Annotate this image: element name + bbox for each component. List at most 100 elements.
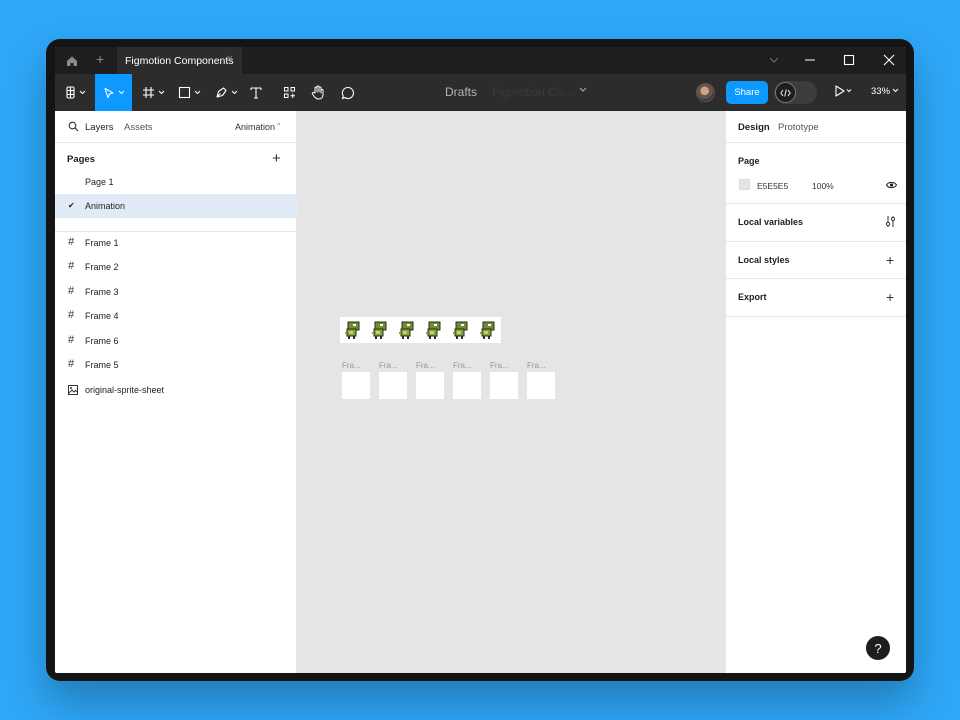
frame-box[interactable] <box>490 372 518 399</box>
frame-label[interactable]: Fra... <box>379 361 398 370</box>
new-tab-button[interactable]: + <box>96 52 104 66</box>
pen-tool-icon <box>215 87 227 98</box>
local-styles-section[interactable]: Local styles + <box>726 242 906 279</box>
page-section: Page <box>726 143 906 204</box>
local-variables-title: Local variables <box>738 217 804 227</box>
chevron-down-icon[interactable] <box>579 87 587 93</box>
figma-logo-icon <box>66 86 75 99</box>
layer-label: Frame 2 <box>85 262 119 272</box>
local-variables-section[interactable]: Local variables <box>726 204 906 242</box>
layer-frame-1[interactable]: # Frame 1 <box>55 231 297 255</box>
background-color-swatch[interactable] <box>739 179 750 190</box>
resources-button[interactable] <box>280 74 298 111</box>
file-name[interactable]: Figmotion Co... <box>492 85 573 99</box>
file-tab[interactable]: Figmotion Components × <box>117 47 242 74</box>
breadcrumb-drafts[interactable]: Drafts <box>445 85 477 99</box>
tab-assets[interactable]: Assets <box>124 122 153 133</box>
page-item-label: Animation <box>85 201 126 211</box>
dev-mode-toggle[interactable] <box>774 81 817 104</box>
chevron-down-icon[interactable] <box>892 88 899 93</box>
comment-button[interactable] <box>339 74 357 111</box>
main-menu-button[interactable] <box>61 74 91 111</box>
shape-tool-button[interactable] <box>175 74 203 111</box>
tab-design[interactable]: Design <box>738 122 770 133</box>
frame-box[interactable] <box>342 372 370 399</box>
avatar[interactable] <box>696 83 715 102</box>
chevron-down-icon[interactable] <box>767 53 781 67</box>
background-hex[interactable]: E5E5E5 <box>757 181 788 191</box>
frame-label[interactable]: Fra... <box>527 361 546 370</box>
eye-icon[interactable] <box>886 181 897 189</box>
rectangle-tool-icon <box>178 86 190 99</box>
sprite-frame <box>344 321 362 340</box>
layer-label: original-sprite-sheet <box>85 385 165 395</box>
frame-box[interactable] <box>416 372 444 399</box>
share-button[interactable]: Share <box>726 81 768 104</box>
search-icon[interactable] <box>68 121 79 132</box>
sprite-frame <box>479 321 497 340</box>
export-section[interactable]: Export + <box>726 279 906 317</box>
help-button[interactable]: ? <box>866 636 890 660</box>
layer-frame-3[interactable]: # Frame 3 <box>55 280 297 304</box>
frame-icon: # <box>68 260 75 272</box>
add-export-button[interactable]: + <box>886 290 894 304</box>
sprite-frame <box>398 321 416 340</box>
pen-tool-button[interactable] <box>212 74 240 111</box>
page-item[interactable]: Page 1 <box>55 170 297 194</box>
left-panel-header: Layers Assets Animation ^ <box>55 111 297 143</box>
chevron-down-icon <box>231 90 237 95</box>
left-panel: Layers Assets Animation ^ Pages + Page 1… <box>55 111 297 673</box>
zoom-level[interactable]: 33% <box>871 86 890 97</box>
export-title: Export <box>738 292 767 302</box>
hand-tool-button[interactable] <box>309 74 327 111</box>
frame-label[interactable]: Fra... <box>490 361 509 370</box>
frame-box[interactable] <box>379 372 407 399</box>
local-styles-title: Local styles <box>738 255 790 265</box>
chevron-down-icon <box>79 90 86 95</box>
right-panel-header: Design Prototype <box>726 111 906 143</box>
layer-frame-4[interactable]: # Frame 4 <box>55 304 297 328</box>
dev-mode-icon <box>775 82 796 103</box>
frame-icon: # <box>68 236 75 248</box>
chevron-down-icon <box>194 90 200 95</box>
minimize-icon[interactable] <box>802 52 818 68</box>
layer-image[interactable]: original-sprite-sheet <box>55 378 297 402</box>
play-icon[interactable] <box>834 85 852 97</box>
chevron-up-icon[interactable]: ^ <box>277 123 280 130</box>
close-window-icon[interactable] <box>881 52 897 68</box>
tab-layers[interactable]: Layers <box>85 122 114 133</box>
tab-prototype[interactable]: Prototype <box>778 122 819 133</box>
frame-tool-icon <box>142 87 154 98</box>
layer-frame-5[interactable]: # Frame 5 <box>55 353 297 377</box>
title-bar: + Figmotion Components × <box>55 47 906 74</box>
maximize-icon[interactable] <box>841 52 857 68</box>
sprite-frame <box>371 321 389 340</box>
move-tool-button[interactable] <box>95 74 132 111</box>
frame-label[interactable]: Fra... <box>342 361 361 370</box>
home-icon[interactable] <box>65 54 79 68</box>
layer-label: Frame 1 <box>85 238 119 248</box>
add-page-button[interactable]: + <box>272 151 281 166</box>
page-item[interactable]: ✔ Animation <box>55 194 297 218</box>
page-section-title: Page <box>738 156 760 166</box>
sprite-frame <box>425 321 443 340</box>
frame-icon: # <box>68 309 75 321</box>
background-opacity[interactable]: 100% <box>812 181 834 191</box>
frame-label[interactable]: Fra... <box>453 361 472 370</box>
frame-box[interactable] <box>453 372 481 399</box>
layer-frame-2[interactable]: # Frame 2 <box>55 255 297 279</box>
checkmark-icon: ✔ <box>68 201 75 210</box>
layer-frame-6[interactable]: # Frame 6 <box>55 329 297 353</box>
current-page-selector[interactable]: Animation <box>235 122 275 132</box>
frame-tool-button[interactable] <box>139 74 167 111</box>
text-tool-button[interactable] <box>247 74 265 111</box>
layer-label: Frame 4 <box>85 311 119 321</box>
close-tab-icon[interactable]: × <box>227 53 233 65</box>
variables-icon[interactable] <box>885 215 896 228</box>
sprite-sheet-image[interactable] <box>340 317 501 343</box>
layer-label: Frame 3 <box>85 287 119 297</box>
frame-label[interactable]: Fra... <box>416 361 435 370</box>
frame-box[interactable] <box>527 372 555 399</box>
image-icon <box>68 385 78 395</box>
add-style-button[interactable]: + <box>886 253 894 267</box>
